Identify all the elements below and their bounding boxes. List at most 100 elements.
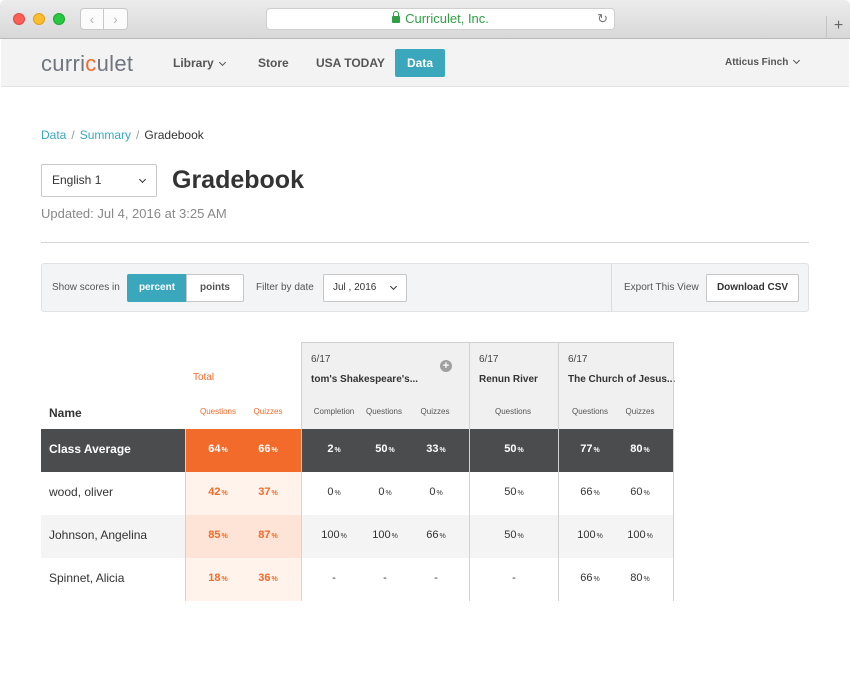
nav-data[interactable]: Data bbox=[395, 49, 445, 77]
score-cell: 50% bbox=[360, 443, 410, 455]
address-bar[interactable]: Curriculet, Inc. ↻ bbox=[266, 8, 615, 30]
breadcrumb-current: Gradebook bbox=[144, 128, 204, 142]
score-cell: 100% bbox=[565, 529, 615, 541]
class-select-value: English 1 bbox=[52, 173, 102, 187]
score-cell: 60% bbox=[615, 486, 665, 498]
logo-text-accent: c bbox=[85, 51, 97, 76]
completion-header: Completion bbox=[313, 407, 355, 416]
total-questions-header: Questions bbox=[199, 407, 237, 416]
total-score-cell: 87% bbox=[243, 529, 293, 541]
score-value: 0 bbox=[327, 486, 334, 498]
score-value: 64 bbox=[208, 443, 221, 455]
score-cell: - bbox=[309, 572, 359, 584]
total-score-cell: 42% bbox=[193, 486, 243, 498]
score-value: 2 bbox=[327, 443, 334, 455]
percent-sign: % bbox=[271, 490, 278, 497]
breadcrumb-separator: / bbox=[136, 128, 140, 142]
percent-sign: % bbox=[593, 576, 600, 583]
score-value: - bbox=[332, 572, 336, 584]
percent-sign: % bbox=[439, 533, 446, 540]
percent-sign: % bbox=[643, 490, 650, 497]
questions-header: Questions bbox=[494, 407, 532, 416]
score-value: 100 bbox=[321, 529, 340, 541]
score-value: 85 bbox=[208, 529, 221, 541]
assignment-title[interactable]: tom's Shakespeare's... bbox=[311, 374, 418, 385]
percent-toggle[interactable]: percent bbox=[127, 274, 187, 302]
score-value: 50 bbox=[504, 486, 517, 498]
filter-divider bbox=[611, 264, 612, 311]
add-circle-icon[interactable]: + bbox=[440, 360, 452, 372]
score-value: 100 bbox=[577, 529, 596, 541]
score-value: - bbox=[434, 572, 438, 584]
assignment-title[interactable]: Renun River bbox=[479, 374, 538, 385]
total-score-cell: 36% bbox=[243, 572, 293, 584]
points-toggle[interactable]: points bbox=[186, 274, 244, 302]
percent-sign: % bbox=[385, 490, 392, 497]
nav-library[interactable]: Library bbox=[173, 49, 226, 77]
divider bbox=[41, 242, 809, 243]
assignment-date: 6/17 bbox=[568, 354, 588, 365]
score-cell: 66% bbox=[565, 572, 615, 584]
score-value: 66 bbox=[258, 443, 271, 455]
curriculet-logo[interactable]: curriculet bbox=[41, 51, 133, 77]
percent-sign: % bbox=[593, 490, 600, 497]
nav-store[interactable]: Store bbox=[258, 49, 289, 77]
score-value: - bbox=[383, 572, 387, 584]
total-score-cell: 18% bbox=[193, 572, 243, 584]
maximize-window-button[interactable] bbox=[53, 13, 65, 25]
new-tab-button[interactable]: + bbox=[826, 16, 850, 38]
score-value: 50 bbox=[375, 443, 388, 455]
score-cell: 50% bbox=[489, 529, 539, 541]
score-value: 66 bbox=[580, 572, 593, 584]
filter-by-date-label: Filter by date bbox=[256, 282, 314, 293]
student-name[interactable]: wood, oliver bbox=[49, 485, 113, 499]
total-score-cell: 37% bbox=[243, 486, 293, 498]
assignment-group-header: 6/17 tom's Shakespeare's... + bbox=[301, 342, 469, 430]
filter-bar: Show scores in percent points Filter by … bbox=[41, 263, 809, 312]
percent-sign: % bbox=[221, 490, 228, 497]
page-title: Gradebook bbox=[172, 166, 304, 194]
quizzes-header: Quizzes bbox=[420, 407, 450, 416]
url-text: Curriculet, Inc. bbox=[405, 11, 489, 26]
percent-sign: % bbox=[439, 447, 446, 454]
assignment-group-header: 6/17 The Church of Jesus... bbox=[558, 342, 675, 430]
nav-usa-today[interactable]: USA TODAY bbox=[316, 49, 385, 77]
percent-sign: % bbox=[391, 533, 398, 540]
score-cell: - bbox=[489, 572, 539, 584]
percent-sign: % bbox=[643, 447, 650, 454]
total-label: Total bbox=[193, 372, 215, 383]
reload-icon[interactable]: ↻ bbox=[597, 9, 608, 29]
score-value: 77 bbox=[580, 443, 593, 455]
student-name[interactable]: Spinnet, Alicia bbox=[49, 571, 124, 585]
percent-sign: % bbox=[340, 533, 347, 540]
breadcrumb-summary[interactable]: Summary bbox=[80, 128, 131, 142]
chevron-down-icon bbox=[218, 58, 226, 67]
score-cell: - bbox=[360, 572, 410, 584]
score-value: 66 bbox=[426, 529, 439, 541]
percent-sign: % bbox=[271, 447, 278, 454]
forward-button[interactable]: › bbox=[104, 8, 128, 30]
total-score-cell: 66% bbox=[243, 443, 293, 455]
score-cell: 33% bbox=[411, 443, 461, 455]
breadcrumb-data[interactable]: Data bbox=[41, 128, 66, 142]
download-csv-button[interactable]: Download CSV bbox=[706, 274, 799, 302]
column-divider bbox=[185, 429, 186, 601]
class-average-label: Class Average bbox=[49, 442, 131, 456]
assignment-title[interactable]: The Church of Jesus... bbox=[568, 374, 675, 385]
date-select[interactable]: Jul , 2016 bbox=[323, 274, 407, 302]
name-column-header: Name bbox=[49, 406, 82, 420]
chevron-down-icon bbox=[793, 56, 801, 65]
student-name[interactable]: Johnson, Angelina bbox=[49, 528, 147, 542]
logo-text-pre: curri bbox=[41, 51, 86, 76]
close-window-button[interactable] bbox=[13, 13, 25, 25]
score-value: - bbox=[512, 572, 516, 584]
percent-sign: % bbox=[221, 533, 228, 540]
score-cell: - bbox=[411, 572, 461, 584]
back-button[interactable]: ‹ bbox=[80, 8, 104, 30]
assignment-group-header: 6/17 Renun River bbox=[469, 342, 558, 430]
chevron-down-icon bbox=[389, 282, 398, 291]
app-header: curriculet Library Store USA TODAY Data … bbox=[1, 39, 849, 87]
class-select[interactable]: English 1 bbox=[41, 164, 157, 197]
user-menu[interactable]: Atticus Finch bbox=[725, 56, 801, 68]
minimize-window-button[interactable] bbox=[33, 13, 45, 25]
